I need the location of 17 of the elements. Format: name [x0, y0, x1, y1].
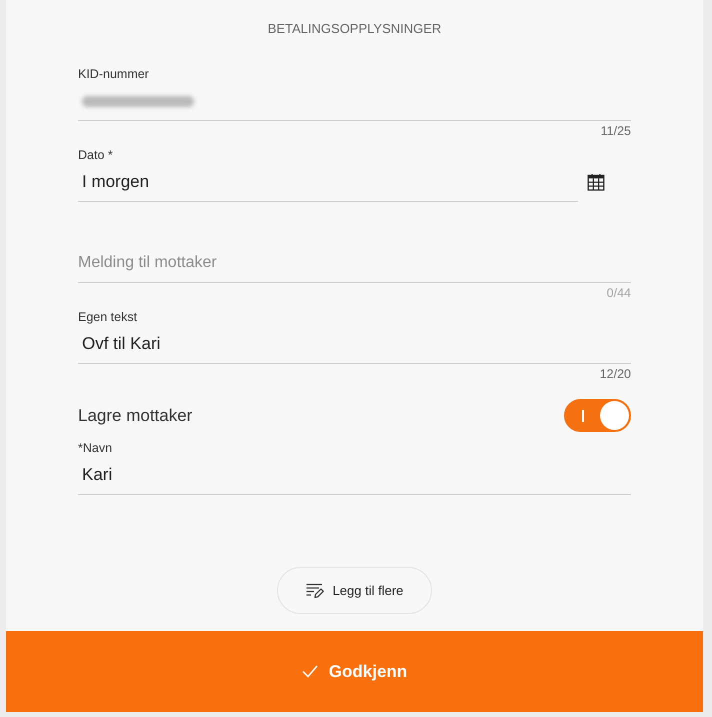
- character-counter: 12/20: [600, 366, 631, 382]
- list-pencil-icon: [306, 583, 324, 598]
- checkmark-icon: [302, 665, 318, 678]
- field-label: KID-nummer: [78, 66, 149, 82]
- toggle-label: Lagre mottaker: [78, 406, 192, 426]
- add-more-button[interactable]: Legg til flere: [277, 567, 432, 614]
- toggle-switch[interactable]: [564, 399, 631, 432]
- calendar-icon[interactable]: [587, 174, 605, 191]
- text-field[interactable]: Ovf til Kari: [78, 325, 631, 364]
- field-label: Dato *: [78, 147, 113, 163]
- character-counter: 0/44: [606, 285, 631, 301]
- character-counter: 11/25: [600, 123, 631, 139]
- text-field[interactable]: Kari: [78, 456, 631, 495]
- field-label: *Navn: [78, 440, 112, 456]
- field-label: Egen tekst: [78, 309, 138, 325]
- section-heading: BETALINGSOPPLYSNINGER: [268, 21, 442, 37]
- date-field[interactable]: I morgen: [78, 163, 578, 202]
